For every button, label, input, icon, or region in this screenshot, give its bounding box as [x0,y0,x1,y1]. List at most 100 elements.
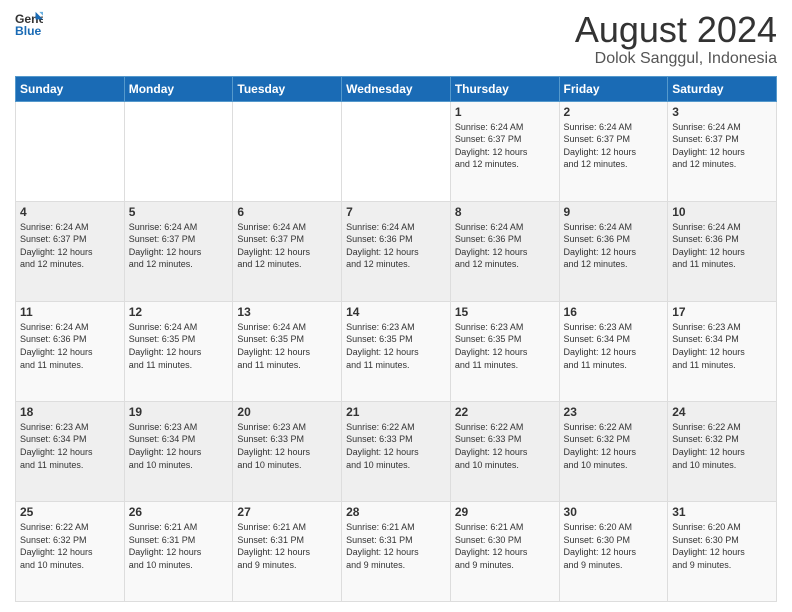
day-info: Sunrise: 6:24 AM Sunset: 6:36 PM Dayligh… [455,221,555,271]
day-number: 4 [20,205,120,219]
day-number: 13 [237,305,337,319]
day-info: Sunrise: 6:23 AM Sunset: 6:33 PM Dayligh… [237,421,337,471]
day-number: 5 [129,205,229,219]
day-number: 16 [564,305,664,319]
calendar-cell: 17 Sunrise: 6:23 AM Sunset: 6:34 PM Dayli… [668,301,777,401]
day-number: 28 [346,505,446,519]
day-info: Sunrise: 6:23 AM Sunset: 6:34 PM Dayligh… [129,421,229,471]
weekday-header-cell: Tuesday [233,76,342,101]
day-info: Sunrise: 6:23 AM Sunset: 6:35 PM Dayligh… [346,321,446,371]
weekday-header-cell: Wednesday [342,76,451,101]
calendar-cell: 21 Sunrise: 6:22 AM Sunset: 6:33 PM Dayli… [342,401,451,501]
day-number: 26 [129,505,229,519]
day-info: Sunrise: 6:24 AM Sunset: 6:36 PM Dayligh… [672,221,772,271]
day-number: 12 [129,305,229,319]
day-info: Sunrise: 6:24 AM Sunset: 6:37 PM Dayligh… [455,121,555,171]
svg-text:Blue: Blue [15,24,42,38]
day-number: 17 [672,305,772,319]
day-info: Sunrise: 6:22 AM Sunset: 6:33 PM Dayligh… [346,421,446,471]
calendar-cell: 1Sunrise: 6:24 AM Sunset: 6:37 PM Daylig… [450,101,559,201]
calendar-cell: 3 Sunrise: 6:24 AM Sunset: 6:37 PM Daylig… [668,101,777,201]
day-info: Sunrise: 6:24 AM Sunset: 6:37 PM Dayligh… [564,121,664,171]
calendar-cell: 15Sunrise: 6:23 AM Sunset: 6:35 PM Dayli… [450,301,559,401]
weekday-header-cell: Friday [559,76,668,101]
day-info: Sunrise: 6:24 AM Sunset: 6:37 PM Dayligh… [20,221,120,271]
day-info: Sunrise: 6:21 AM Sunset: 6:31 PM Dayligh… [237,521,337,571]
day-number: 18 [20,405,120,419]
day-info: Sunrise: 6:22 AM Sunset: 6:33 PM Dayligh… [455,421,555,471]
day-info: Sunrise: 6:20 AM Sunset: 6:30 PM Dayligh… [564,521,664,571]
calendar-cell: 11Sunrise: 6:24 AM Sunset: 6:36 PM Dayli… [16,301,125,401]
calendar-cell: 8 Sunrise: 6:24 AM Sunset: 6:36 PM Daylig… [450,201,559,301]
day-number: 6 [237,205,337,219]
main-title: August 2024 [575,10,777,50]
calendar-cell: 14 Sunrise: 6:23 AM Sunset: 6:35 PM Dayli… [342,301,451,401]
calendar-cell: 22 Sunrise: 6:22 AM Sunset: 6:33 PM Dayli… [450,401,559,501]
day-number: 22 [455,405,555,419]
day-number: 21 [346,405,446,419]
day-info: Sunrise: 6:23 AM Sunset: 6:34 PM Dayligh… [672,321,772,371]
day-number: 31 [672,505,772,519]
day-info: Sunrise: 6:22 AM Sunset: 6:32 PM Dayligh… [672,421,772,471]
day-info: Sunrise: 6:23 AM Sunset: 6:34 PM Dayligh… [564,321,664,371]
day-number: 9 [564,205,664,219]
calendar-cell [233,101,342,201]
day-info: Sunrise: 6:24 AM Sunset: 6:35 PM Dayligh… [237,321,337,371]
calendar-week-row: 18 Sunrise: 6:23 AM Sunset: 6:34 PM Dayli… [16,401,777,501]
calendar-cell: 24 Sunrise: 6:22 AM Sunset: 6:32 PM Dayli… [668,401,777,501]
calendar-cell: 10Sunrise: 6:24 AM Sunset: 6:36 PM Dayli… [668,201,777,301]
header: General Blue August 2024 Dolok Sanggul, … [15,10,777,68]
day-number: 29 [455,505,555,519]
calendar-cell: 30Sunrise: 6:20 AM Sunset: 6:30 PM Dayli… [559,501,668,601]
logo-icon: General Blue [15,10,43,38]
title-block: August 2024 Dolok Sanggul, Indonesia [575,10,777,68]
day-number: 15 [455,305,555,319]
day-info: Sunrise: 6:20 AM Sunset: 6:30 PM Dayligh… [672,521,772,571]
calendar-cell [124,101,233,201]
day-number: 14 [346,305,446,319]
day-number: 11 [20,305,120,319]
day-info: Sunrise: 6:24 AM Sunset: 6:36 PM Dayligh… [346,221,446,271]
calendar-cell: 26 Sunrise: 6:21 AM Sunset: 6:31 PM Dayli… [124,501,233,601]
day-info: Sunrise: 6:22 AM Sunset: 6:32 PM Dayligh… [564,421,664,471]
weekday-header-cell: Monday [124,76,233,101]
logo: General Blue [15,10,43,38]
calendar-cell: 13 Sunrise: 6:24 AM Sunset: 6:35 PM Dayli… [233,301,342,401]
calendar-cell: 12 Sunrise: 6:24 AM Sunset: 6:35 PM Dayli… [124,301,233,401]
day-info: Sunrise: 6:23 AM Sunset: 6:34 PM Dayligh… [20,421,120,471]
day-info: Sunrise: 6:24 AM Sunset: 6:35 PM Dayligh… [129,321,229,371]
calendar-week-row: 1Sunrise: 6:24 AM Sunset: 6:37 PM Daylig… [16,101,777,201]
calendar: SundayMondayTuesdayWednesdayThursdayFrid… [15,76,777,602]
calendar-cell: 7 Sunrise: 6:24 AM Sunset: 6:36 PM Daylig… [342,201,451,301]
weekday-header-cell: Thursday [450,76,559,101]
calendar-cell: 28 Sunrise: 6:21 AM Sunset: 6:31 PM Dayli… [342,501,451,601]
day-info: Sunrise: 6:24 AM Sunset: 6:37 PM Dayligh… [672,121,772,171]
page: General Blue August 2024 Dolok Sanggul, … [0,0,792,612]
weekday-header-cell: Saturday [668,76,777,101]
calendar-week-row: 11Sunrise: 6:24 AM Sunset: 6:36 PM Dayli… [16,301,777,401]
weekday-header-row: SundayMondayTuesdayWednesdayThursdayFrid… [16,76,777,101]
day-info: Sunrise: 6:24 AM Sunset: 6:37 PM Dayligh… [129,221,229,271]
calendar-cell: 2 Sunrise: 6:24 AM Sunset: 6:37 PM Daylig… [559,101,668,201]
calendar-cell: 23Sunrise: 6:22 AM Sunset: 6:32 PM Dayli… [559,401,668,501]
day-number: 8 [455,205,555,219]
calendar-cell: 20Sunrise: 6:23 AM Sunset: 6:33 PM Dayli… [233,401,342,501]
day-number: 27 [237,505,337,519]
day-number: 2 [564,105,664,119]
calendar-week-row: 25Sunrise: 6:22 AM Sunset: 6:32 PM Dayli… [16,501,777,601]
calendar-cell: 6Sunrise: 6:24 AM Sunset: 6:37 PM Daylig… [233,201,342,301]
day-number: 24 [672,405,772,419]
calendar-cell [342,101,451,201]
calendar-cell: 5 Sunrise: 6:24 AM Sunset: 6:37 PM Daylig… [124,201,233,301]
day-info: Sunrise: 6:21 AM Sunset: 6:31 PM Dayligh… [346,521,446,571]
day-info: Sunrise: 6:24 AM Sunset: 6:36 PM Dayligh… [564,221,664,271]
day-info: Sunrise: 6:21 AM Sunset: 6:31 PM Dayligh… [129,521,229,571]
calendar-cell: 18 Sunrise: 6:23 AM Sunset: 6:34 PM Dayli… [16,401,125,501]
day-info: Sunrise: 6:22 AM Sunset: 6:32 PM Dayligh… [20,521,120,571]
calendar-cell: 27 Sunrise: 6:21 AM Sunset: 6:31 PM Dayli… [233,501,342,601]
calendar-cell: 4 Sunrise: 6:24 AM Sunset: 6:37 PM Daylig… [16,201,125,301]
subtitle: Dolok Sanggul, Indonesia [575,50,777,68]
day-number: 3 [672,105,772,119]
calendar-body: 1Sunrise: 6:24 AM Sunset: 6:37 PM Daylig… [16,101,777,601]
day-number: 7 [346,205,446,219]
